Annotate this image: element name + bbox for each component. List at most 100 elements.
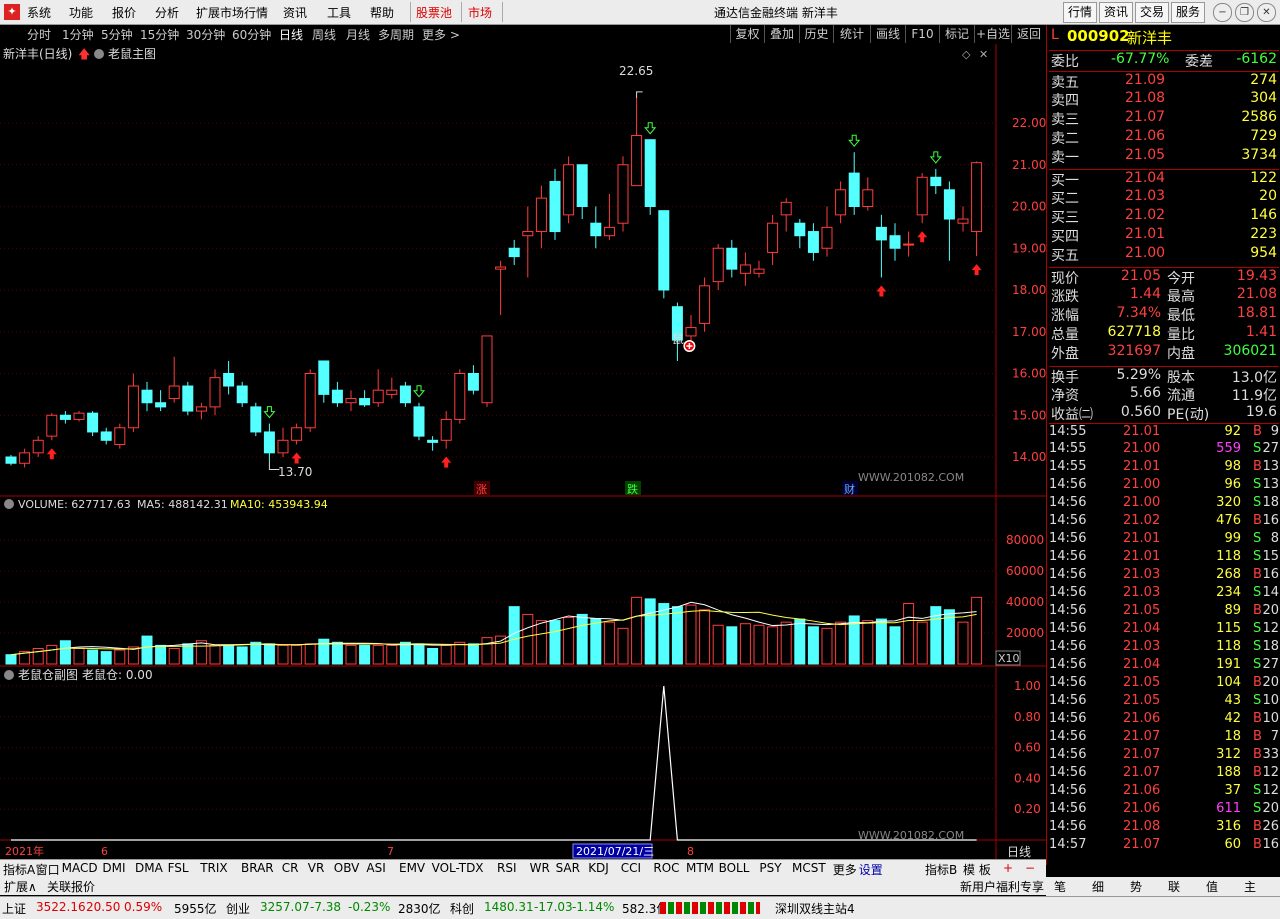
menu-stock-pool[interactable]: 股票池 bbox=[416, 4, 452, 21]
diamond-icon[interactable]: ◇ bbox=[962, 48, 971, 61]
related-quote-tab[interactable]: 关联报价 bbox=[47, 878, 95, 895]
volume-toggle-icon[interactable] bbox=[4, 499, 14, 509]
indicator-toggle-icon[interactable] bbox=[94, 49, 104, 59]
toolbar-overlay[interactable]: 叠加 bbox=[764, 25, 799, 43]
indicator-b-tab[interactable]: 指标B bbox=[925, 861, 957, 878]
period-multi[interactable]: 多周期 bbox=[378, 26, 414, 43]
nav-trade-button[interactable]: 交易 bbox=[1135, 2, 1169, 23]
chart-area[interactable]: 新洋丰(日线) 🡅 老鼠主图 ◇ ✕ VOLUME: 627717.63 MA5… bbox=[0, 44, 1046, 859]
toolbar-adjust[interactable]: 复权 bbox=[730, 25, 764, 43]
indicator-tab-macd[interactable]: MACD bbox=[62, 861, 98, 875]
sub-toggle-icon[interactable] bbox=[4, 670, 14, 680]
right-tab-3[interactable]: 联 bbox=[1168, 878, 1180, 895]
menu-analysis[interactable]: 分析 bbox=[155, 4, 179, 21]
menu-tools[interactable]: 工具 bbox=[327, 4, 351, 21]
toolbar-stats[interactable]: 统计 bbox=[833, 25, 870, 43]
close-icon[interactable]: ✕ bbox=[1257, 3, 1276, 22]
toolbar-draw[interactable]: 画线 bbox=[870, 25, 905, 43]
menu-ext-market[interactable]: 扩展市场行情 bbox=[196, 4, 268, 21]
main-indicator-name[interactable]: 老鼠主图 bbox=[108, 47, 156, 61]
period-1min[interactable]: 1分钟 bbox=[62, 26, 94, 43]
sell-arrow-icon bbox=[929, 151, 942, 164]
toolbar-f10[interactable]: F10 bbox=[905, 25, 939, 43]
menu-news[interactable]: 资讯 bbox=[283, 4, 307, 21]
indicator-tab-cr[interactable]: CR bbox=[282, 861, 299, 875]
tick-price: 21.00 bbox=[1123, 477, 1161, 492]
right-tab-0[interactable]: 笔 bbox=[1054, 878, 1066, 895]
period-daily[interactable]: 日线 bbox=[279, 26, 303, 43]
buy-row[interactable]: 买二 21.03 20 bbox=[1049, 188, 1279, 207]
indicator-tab-psy[interactable]: PSY bbox=[759, 861, 781, 875]
menu-function[interactable]: 功能 bbox=[69, 4, 93, 21]
indicator-tab-brar[interactable]: BRAR bbox=[241, 861, 274, 875]
close-panel-icon[interactable]: ✕ bbox=[979, 48, 988, 61]
indicator-tab-trix[interactable]: TRIX bbox=[200, 861, 227, 875]
extension-toggle[interactable]: 扩展∧ bbox=[4, 878, 37, 895]
restore-icon[interactable]: ❐ bbox=[1235, 3, 1254, 22]
indicator-tab-cci[interactable]: CCI bbox=[621, 861, 641, 875]
indicator-tab-kdj[interactable]: KDJ bbox=[588, 861, 609, 875]
period-tick[interactable]: 分时 bbox=[27, 26, 51, 43]
toolbar-back[interactable]: 返回 bbox=[1011, 25, 1046, 43]
indicator-tab-mtm[interactable]: MTM bbox=[686, 861, 714, 875]
sell-row[interactable]: 卖三 21.07 2586 bbox=[1049, 109, 1279, 128]
period-30min[interactable]: 30分钟 bbox=[186, 26, 225, 43]
buy-row[interactable]: 买五 21.00 954 bbox=[1049, 245, 1279, 264]
period-monthly[interactable]: 月线 bbox=[346, 26, 370, 43]
nav-service-button[interactable]: 服务 bbox=[1171, 2, 1205, 23]
indicator-tab-设置[interactable]: 设置 bbox=[859, 861, 883, 878]
period-15min[interactable]: 15分钟 bbox=[140, 26, 179, 43]
minimize-icon[interactable]: − bbox=[1213, 3, 1232, 22]
toolbar-mark[interactable]: 标记 bbox=[939, 25, 974, 43]
menu-system[interactable]: 系统 bbox=[27, 4, 51, 21]
sell-row[interactable]: 卖二 21.06 729 bbox=[1049, 128, 1279, 147]
indicator-tab-更多[interactable]: 更多 bbox=[833, 861, 857, 878]
buy-arrow-icon bbox=[441, 456, 452, 468]
indicator-tab-dma[interactable]: DMA bbox=[135, 861, 163, 875]
indicator-tab-asi[interactable]: ASI bbox=[366, 861, 385, 875]
indicator-tab-vol-tdx[interactable]: VOL-TDX bbox=[432, 861, 484, 875]
buy-row[interactable]: 买三 21.02 146 bbox=[1049, 207, 1279, 226]
indicator-tab-fsl[interactable]: FSL bbox=[168, 861, 189, 875]
indicator-tab-窗口[interactable]: 窗口 bbox=[36, 861, 60, 878]
right-tab-1[interactable]: 细 bbox=[1092, 878, 1104, 895]
app-logo-icon[interactable]: ✦ bbox=[4, 4, 20, 20]
sell-row[interactable]: 卖五 21.09 274 bbox=[1049, 71, 1279, 91]
sell-row[interactable]: 卖一 21.05 3734 bbox=[1049, 147, 1279, 166]
indicator-tab-obv[interactable]: OBV bbox=[334, 861, 360, 875]
toolbar-history[interactable]: 历史 bbox=[799, 25, 833, 43]
right-tab-5[interactable]: 主 bbox=[1244, 878, 1256, 895]
indicator-tab-emv[interactable]: EMV bbox=[399, 861, 425, 875]
period-weekly[interactable]: 周线 bbox=[312, 26, 336, 43]
right-tab-2[interactable]: 势 bbox=[1130, 878, 1142, 895]
sell-row[interactable]: 卖四 21.08 304 bbox=[1049, 90, 1279, 109]
indicator-b-tab[interactable]: 模 板 bbox=[963, 861, 991, 878]
indicator-tab-vr[interactable]: VR bbox=[308, 861, 325, 875]
indicator-tab-rsi[interactable]: RSI bbox=[497, 861, 517, 875]
period-more[interactable]: 更多 > bbox=[422, 26, 460, 43]
nav-news-button[interactable]: 资讯 bbox=[1099, 2, 1133, 23]
buy-row[interactable]: 买一 21.04 122 bbox=[1049, 169, 1279, 189]
indicator-tab-dmi[interactable]: DMI bbox=[102, 861, 125, 875]
menu-quote[interactable]: 报价 bbox=[112, 4, 136, 21]
menu-market[interactable]: 市场 bbox=[468, 4, 492, 21]
indicator-tab-roc[interactable]: ROC bbox=[653, 861, 679, 875]
menu-help[interactable]: 帮助 bbox=[370, 4, 394, 21]
indicator-tab-mcst[interactable]: MCST bbox=[792, 861, 826, 875]
stat-label: 现价 bbox=[1051, 271, 1079, 287]
server-name[interactable]: 深圳双线主站4 bbox=[775, 900, 855, 917]
remove-panel-icon[interactable]: − bbox=[1025, 861, 1035, 875]
period-60min[interactable]: 60分钟 bbox=[232, 26, 271, 43]
indicator-tab-sar[interactable]: SAR bbox=[556, 861, 580, 875]
right-tab-4[interactable]: 值 bbox=[1206, 878, 1218, 895]
indicator-tab-指标a[interactable]: 指标A bbox=[3, 861, 35, 878]
period-5min[interactable]: 5分钟 bbox=[101, 26, 133, 43]
indicator-tab-wr[interactable]: WR bbox=[530, 861, 550, 875]
promo-link[interactable]: 新用户福利专享 bbox=[960, 878, 1044, 895]
buy-row[interactable]: 买四 21.01 223 bbox=[1049, 226, 1279, 245]
add-panel-icon[interactable]: + bbox=[1003, 861, 1013, 875]
toolbar-add-watch[interactable]: +自选 bbox=[974, 25, 1011, 43]
nav-quote-button[interactable]: 行情 bbox=[1063, 2, 1097, 23]
volume-bar bbox=[658, 603, 670, 665]
indicator-tab-boll[interactable]: BOLL bbox=[719, 861, 750, 875]
